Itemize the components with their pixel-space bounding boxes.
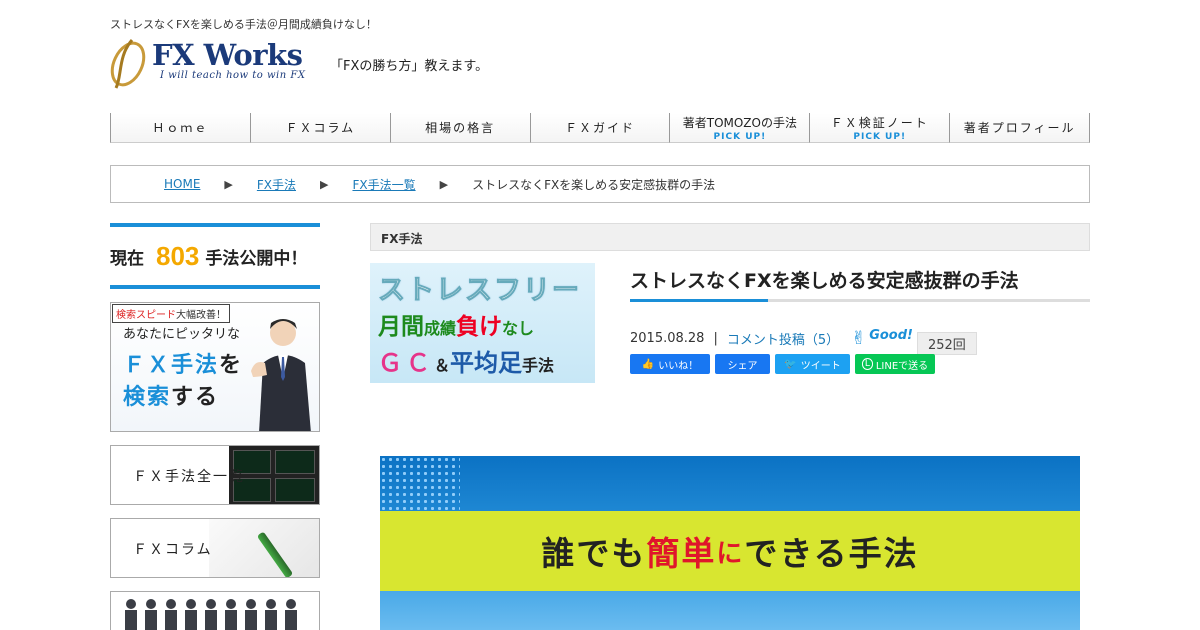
search-banner-line3: 検索する [123,385,220,410]
nav-item-author-method[interactable]: 著者TOMOZOの手法 PICK UP! [669,113,810,143]
nav-item-verification-note[interactable]: ＦＸ検証ノート PICK UP! [809,113,950,143]
breadcrumb-separator: ▶ [320,177,329,191]
hero-headline: 誰でも 簡単にできる手法 [380,511,1080,591]
title-accent-bar [630,299,768,302]
share-buttons: 👍 いいね！ シェア 🐦 ツイート L LINEで送る [630,354,935,374]
nav-item-fx-guide[interactable]: ＦＸガイド [529,113,670,143]
nav-item-proverbs[interactable]: 相場の格言 [389,113,530,143]
comment-link[interactable]: コメント投稿（5） [727,329,839,348]
nav-item-fx-column[interactable]: ＦＸコラム [249,113,390,143]
people-banner[interactable] [110,591,320,630]
thumbs-up-icon: 👍 [641,358,655,370]
breadcrumb-fx-method-list-link[interactable]: FX手法一覧 [352,176,415,193]
header-catchcopy: 「FXの勝ち方」教えます。 [330,59,489,74]
thumb-line1: ストレスフリー [378,275,581,307]
search-speed-badge: 検索スピード大幅改善！ [112,304,230,323]
pick-up-badge: PICK UP! [853,131,907,142]
article-title: ストレスなくFXを楽しめる安定感抜群の手法 [630,266,1090,302]
breadcrumb: HOME ▶ FX手法 ▶ FX手法一覧 ▶ ストレスなくFXを楽しめる安定感抜… [110,165,1090,203]
pick-up-badge: PICK UP! [713,131,767,142]
logo-subtitle: I will teach how to win FX [160,70,306,81]
search-banner-line2: ＦＸ手法を [123,353,244,378]
nav-item-author-profile[interactable]: 著者プロフィール [949,113,1091,143]
search-banner-line1: あなたにピッタリな [123,327,241,342]
site-tagline: ストレスなくFXを楽しめる手法＠月間成績負けなし！ [110,18,377,31]
line-share-button[interactable]: L LINEで送る [855,354,935,374]
businessman-icon [251,319,311,431]
logo-emblem-icon [110,39,146,89]
facebook-like-button[interactable]: 👍 いいね！ [630,354,710,374]
category-label: FX手法 [370,223,1090,251]
breadcrumb-home-link[interactable]: HOME [164,177,200,191]
tweet-button[interactable]: 🐦 ツイート [775,354,850,374]
nav-item-home[interactable]: Ｈｏｍｅ [110,113,250,143]
article-hero-image: 誰でも 簡単にできる手法 [380,456,1080,630]
meta-divider: | [713,331,718,346]
breadcrumb-separator: ▶ [224,177,233,191]
facebook-share-button[interactable]: シェア [715,354,770,374]
fx-method-list-banner[interactable]: ＦＸ手法全一覧 [110,445,320,505]
business-people-icon [125,599,297,630]
article-meta: 2015.08.28 | コメント投稿（5） ✌ Good! 252回 [630,322,977,355]
counter-number: 803 [156,240,200,271]
breadcrumb-current: ストレスなくFXを楽しめる安定感抜群の手法 [472,177,716,192]
breadcrumb-fx-method-link[interactable]: FX手法 [257,176,296,193]
thumb-line2: 月間成績負けなし [378,314,535,340]
site-logo[interactable]: FX Works I will teach how to win FX [108,36,308,92]
breadcrumb-separator: ▶ [439,177,449,191]
twitter-bird-icon: 🐦 [784,358,797,370]
paper-icon [209,519,319,577]
method-list-label: ＦＸ手法全一覧 [133,469,245,485]
line-icon: L [861,358,873,370]
article-thumbnail: ストレスフリー 月間成績負けなし ＧＣ＆平均足手法 [370,263,595,383]
good-count: 252回 [916,332,977,355]
hand-icon: ✌ [851,328,867,349]
fx-column-label: ＦＸコラム [133,542,213,558]
method-counter: 現在 803 手法公開中！ [110,223,320,289]
good-button[interactable]: ✌ Good! 252回 [851,322,977,355]
counter-prefix: 現在 [110,248,144,269]
hero-dot-pattern [380,456,460,516]
counter-suffix: 手法公開中！ [205,248,308,269]
logo-title: FX Works [152,38,303,72]
fx-column-banner[interactable]: ＦＸコラム [110,518,320,578]
article-date: 2015.08.28 [630,331,705,346]
method-search-banner[interactable]: 検索スピード大幅改善！ あなたにピッタリな ＦＸ手法を 検索する [110,302,320,432]
thumb-line3: ＧＣ＆平均足手法 [378,349,555,377]
good-label: Good! [869,328,913,343]
global-nav: Ｈｏｍｅ ＦＸコラム 相場の格言 ＦＸガイド 著者TOMOZOの手法 PICK U… [110,113,1091,143]
